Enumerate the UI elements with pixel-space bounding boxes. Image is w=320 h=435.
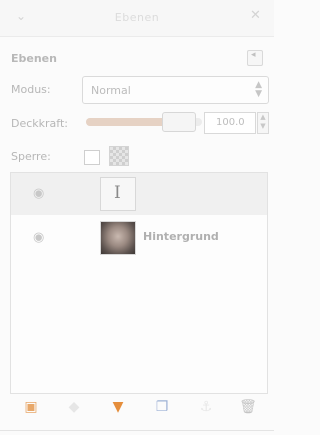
- anchor-layer-button[interactable]: ⚓: [195, 396, 217, 418]
- lock-label: Sperre:: [11, 150, 51, 163]
- title-bar: ⌄ Ebenen ✕: [0, 0, 274, 37]
- lock-pixels-checkbox[interactable]: [84, 150, 100, 165]
- eye-icon[interactable]: ◉: [33, 230, 44, 245]
- lower-layer-button[interactable]: ▼: [107, 396, 129, 418]
- mode-label: Modus:: [11, 83, 51, 96]
- layers-list[interactable]: ◉ I ◉ Hintergrund: [10, 172, 268, 394]
- opacity-value: 100.0: [216, 117, 245, 128]
- layer-thumbnail: [100, 221, 136, 255]
- panel-title: Ebenen: [11, 52, 57, 65]
- new-layer-icon: ▣: [24, 399, 38, 415]
- opacity-slider-handle[interactable]: [162, 112, 196, 132]
- duplicate-layer-button[interactable]: ❐: [151, 396, 173, 418]
- mode-value: Normal: [91, 84, 131, 97]
- layer-row[interactable]: ◉ I: [11, 173, 267, 215]
- close-icon[interactable]: ✕: [250, 8, 261, 23]
- spin-arrows-icon: ▲ ▼: [255, 80, 262, 99]
- divider: [0, 430, 274, 431]
- mode-select[interactable]: Normal ▲ ▼: [82, 76, 269, 104]
- raise-layer-icon: ◆: [68, 399, 80, 415]
- raise-layer-button[interactable]: ◆: [63, 396, 85, 418]
- text-layer-icon: I: [100, 177, 136, 211]
- eye-icon[interactable]: ◉: [33, 186, 44, 201]
- lower-layer-icon: ▼: [112, 399, 124, 415]
- anchor-layer-icon: ⚓: [199, 399, 213, 415]
- opacity-stepper[interactable]: ▲ ▼: [257, 112, 269, 134]
- opacity-slider-fill: [86, 118, 166, 126]
- menu-arrow-icon: ◂: [251, 50, 256, 60]
- duplicate-layer-icon: ❐: [155, 399, 169, 415]
- layer-row[interactable]: ◉ Hintergrund: [11, 217, 267, 259]
- panel-menu-button[interactable]: ◂: [247, 50, 263, 66]
- delete-layer-button[interactable]: 🗑: [237, 396, 259, 418]
- layers-toolbar: ▣ ◆ ▼ ❐ ⚓ 🗑: [10, 394, 268, 420]
- lock-alpha-checkerboard-icon[interactable]: [109, 146, 129, 166]
- delete-layer-icon: 🗑: [239, 399, 257, 415]
- opacity-input[interactable]: 100.0: [204, 112, 256, 134]
- window-title: Ebenen: [114, 11, 160, 24]
- new-layer-button[interactable]: ▣: [20, 396, 42, 418]
- layer-name: Hintergrund: [143, 230, 219, 243]
- opacity-label: Deckkraft:: [11, 117, 68, 130]
